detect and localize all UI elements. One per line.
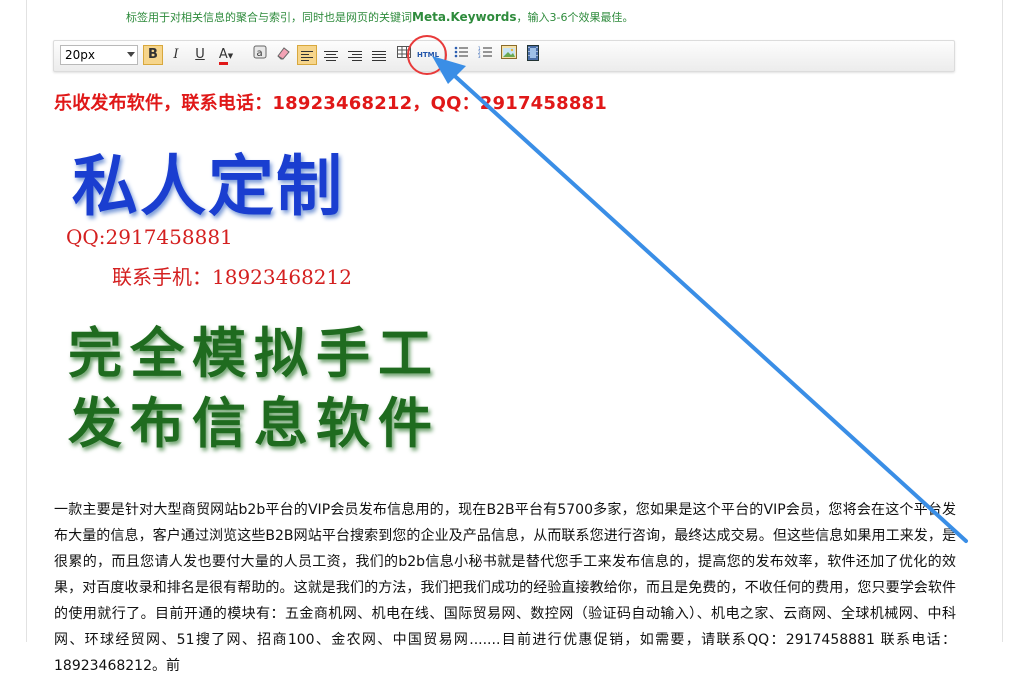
align-left-icon (298, 46, 316, 61)
bold-button[interactable]: B (143, 45, 163, 65)
hint-keyword: Meta.Keywords (412, 10, 517, 24)
special-char-button[interactable]: a (250, 45, 270, 65)
table-button[interactable] (394, 45, 414, 65)
editor-toolbar: 20px B I U A▼ a HTML 123 (53, 40, 955, 72)
bullet-list-button[interactable] (451, 45, 471, 65)
hint-text-after: ，输入3-6个效果最佳。 (516, 11, 634, 24)
font-color-dropdown-icon: ▼ (227, 52, 234, 60)
promo-line-1: 完全模拟手工 (68, 322, 440, 385)
description-paragraph: 一款主要是针对大型商贸网站b2b平台的VIP会员发布信息用的，现在B2B平台有5… (54, 502, 956, 674)
underline-button[interactable]: U (190, 45, 210, 65)
align-left-button[interactable] (297, 45, 317, 65)
align-right-button[interactable] (345, 45, 365, 65)
promo-qq: QQ:2917458881 (66, 225, 233, 249)
promo-title: 私人定制 (72, 148, 344, 225)
special-char-icon: a (253, 45, 267, 59)
eraser-icon (277, 47, 290, 60)
chevron-down-icon (127, 52, 135, 57)
align-right-icon (345, 45, 365, 61)
numbered-list-button[interactable]: 123 (475, 45, 495, 65)
hint-text-before: 标签用于对相关信息的聚合与索引，同时也是网页的关键词 (126, 11, 412, 24)
justify-button[interactable] (369, 45, 389, 65)
contact-heading: 乐收发布软件，联系电话：18923468212，QQ：2917458881 (54, 93, 608, 114)
font-color-button[interactable]: A▼ (214, 45, 238, 65)
font-size-select[interactable]: 20px (60, 45, 138, 65)
promo-phone: 联系手机：18923468212 (112, 265, 352, 289)
underline-icon: U (195, 47, 205, 62)
media-button[interactable] (523, 45, 543, 65)
italic-icon: I (173, 47, 179, 62)
promo-line-2: 发布信息软件 (68, 392, 440, 455)
html-source-icon: HTML (416, 51, 440, 59)
toolbar-divider (444, 47, 445, 63)
image-button[interactable] (499, 45, 519, 65)
keywords-hint: 标签用于对相关信息的聚合与索引，同时也是网页的关键词Meta.Keywords，… (126, 9, 633, 25)
justify-icon (369, 45, 389, 61)
svg-text:3: 3 (478, 54, 481, 58)
html-source-button[interactable]: HTML (416, 45, 440, 65)
italic-button[interactable]: I (166, 45, 186, 65)
numbered-list-icon: 123 (478, 46, 492, 59)
media-icon (527, 45, 539, 61)
align-center-icon (321, 45, 341, 61)
svg-text:a: a (257, 48, 263, 59)
font-color-icon: A (218, 48, 228, 65)
bold-icon: B (148, 47, 158, 62)
image-icon (501, 45, 517, 59)
eraser-button[interactable] (273, 45, 293, 65)
align-center-button[interactable] (321, 45, 341, 65)
table-icon (397, 46, 411, 58)
bullet-list-icon (454, 46, 468, 58)
promo-image: 私人定制 QQ:2917458881 联系手机：18923468212 完全模拟… (64, 133, 432, 455)
font-size-value: 20px (65, 48, 95, 62)
